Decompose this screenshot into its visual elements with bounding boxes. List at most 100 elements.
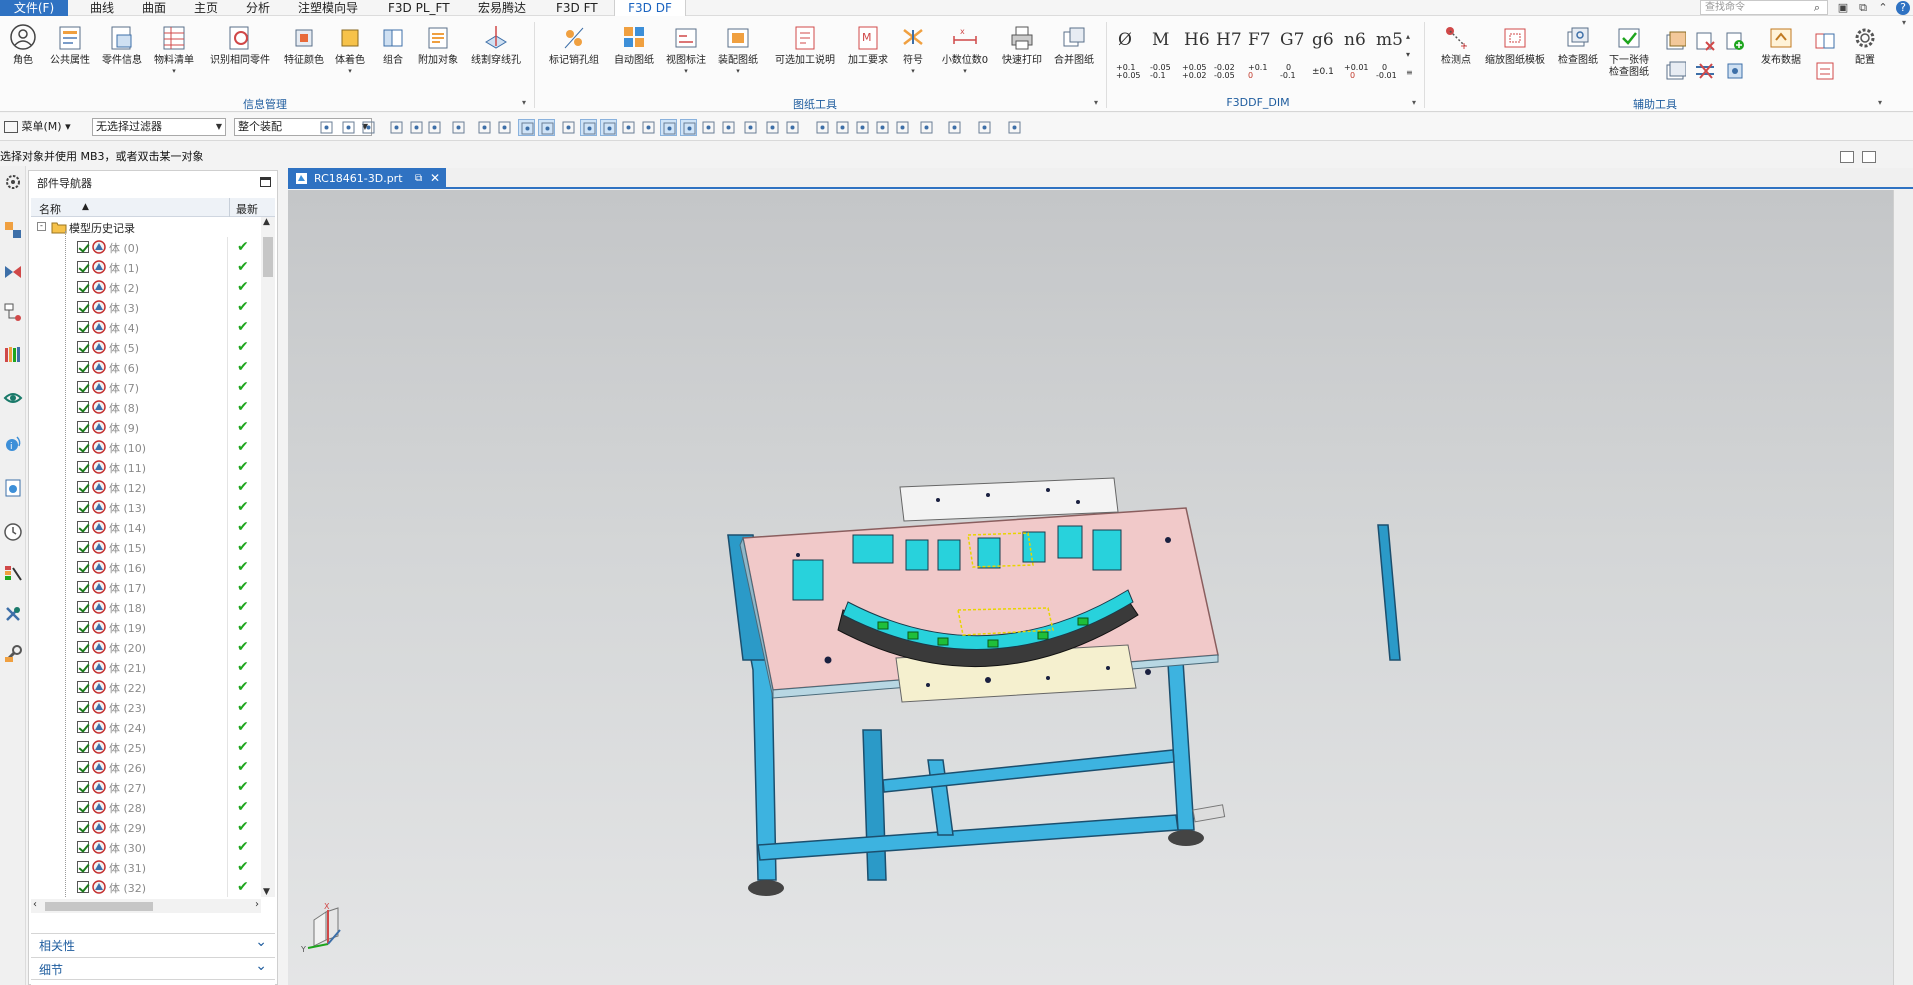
- visibility-checkbox[interactable]: [77, 341, 89, 353]
- line-icon[interactable]: [560, 119, 577, 136]
- expand-group-icon[interactable]: ▾: [1878, 98, 1882, 107]
- point-on-curve-icon[interactable]: [518, 119, 535, 136]
- scroll-up-icon[interactable]: ▲: [263, 217, 270, 227]
- center-icon[interactable]: [476, 119, 493, 136]
- dependencies-section[interactable]: 相关性 ⌄: [31, 933, 275, 953]
- visibility-checkbox[interactable]: [77, 441, 89, 453]
- assembly-drawing-button[interactable]: 装配图纸 ▾: [714, 24, 762, 75]
- tolerance-7[interactable]: ±0.1: [1312, 68, 1334, 77]
- scrollbar-thumb[interactable]: [45, 902, 153, 911]
- maximize-panel-icon[interactable]: [260, 177, 271, 187]
- visibility-checkbox[interactable]: [77, 241, 89, 253]
- visibility-checkbox[interactable]: [77, 301, 89, 313]
- stamp-icon[interactable]: [1724, 60, 1746, 82]
- body-icon[interactable]: [784, 119, 801, 136]
- tolerance-9[interactable]: 0 -0.01: [1376, 64, 1397, 80]
- add-drawing-icon[interactable]: [1724, 30, 1746, 52]
- tree-item[interactable]: 体 (19) ✔: [31, 617, 261, 637]
- control-point-icon[interactable]: [426, 119, 443, 136]
- visibility-checkbox[interactable]: [77, 321, 89, 333]
- mark-pin-hole-button[interactable]: 标记销孔组: [546, 24, 602, 67]
- list-icon[interactable]: [1814, 60, 1836, 82]
- palette-icon[interactable]: [3, 564, 23, 584]
- view-options-icon[interactable]: [1840, 151, 1854, 163]
- menu-hongyi[interactable]: 宏易腾达: [478, 0, 526, 16]
- gallery-scroll-icon[interactable]: ▴ ▾ ≡: [1406, 28, 1413, 82]
- perpendicular-icon[interactable]: [660, 119, 677, 136]
- combine-button[interactable]: 组合: [376, 24, 410, 67]
- column-divider[interactable]: [229, 198, 230, 217]
- quadrant-icon[interactable]: [496, 119, 513, 136]
- visibility-checkbox[interactable]: [77, 521, 89, 533]
- dim-g6-button[interactable]: g6: [1312, 30, 1334, 50]
- tree-item[interactable]: 体 (15) ✔: [31, 537, 261, 557]
- scroll-left-icon[interactable]: ‹: [33, 899, 37, 910]
- web-browser-icon[interactable]: [3, 388, 23, 408]
- small-tool-icon-1[interactable]: [1664, 30, 1686, 52]
- check-drawing-button[interactable]: 检查图纸: [1554, 24, 1602, 67]
- attach-object-button[interactable]: 附加对象: [414, 24, 462, 67]
- tree-item[interactable]: 体 (24) ✔: [31, 717, 261, 737]
- tree-item[interactable]: 体 (2) ✔: [31, 277, 261, 297]
- menu-f3d-df[interactable]: F3D DF: [614, 0, 686, 16]
- tree-item[interactable]: 体 (29) ✔: [31, 817, 261, 837]
- tree-item[interactable]: 体 (13) ✔: [31, 497, 261, 517]
- tree-item[interactable]: 体 (9) ✔: [31, 417, 261, 437]
- tree-item[interactable]: 体 (26) ✔: [31, 757, 261, 777]
- dim-h7-button[interactable]: H7: [1216, 30, 1242, 50]
- visibility-checkbox[interactable]: [77, 661, 89, 673]
- visibility-checkbox[interactable]: [77, 501, 89, 513]
- tree-item[interactable]: 体 (30) ✔: [31, 837, 261, 857]
- crosshair-icon[interactable]: [720, 119, 737, 136]
- tolerance-6[interactable]: 0 -0.1: [1280, 64, 1296, 80]
- ribbon-options-icon[interactable]: ▾: [1902, 18, 1906, 27]
- visibility-checkbox[interactable]: [77, 881, 89, 893]
- visibility-checkbox[interactable]: [77, 781, 89, 793]
- 3d-model-fixture[interactable]: [288, 190, 1893, 985]
- visibility-checkbox[interactable]: [77, 541, 89, 553]
- body-color-button[interactable]: 体着色 ▾: [332, 24, 368, 75]
- expand-group-icon[interactable]: ▾: [1094, 98, 1098, 107]
- expand-group-icon[interactable]: ▾: [1412, 98, 1416, 107]
- tree-item[interactable]: 体 (17) ✔: [31, 577, 261, 597]
- file-menu[interactable]: 文件(F): [0, 0, 68, 16]
- machining-requirement-button[interactable]: M 加工要求: [844, 24, 892, 67]
- menu-surface[interactable]: 曲面: [142, 0, 166, 16]
- circle-icon[interactable]: [700, 119, 717, 136]
- circle-center-icon[interactable]: [680, 119, 697, 136]
- graphics-window[interactable]: X Y: [288, 190, 1893, 985]
- details-section[interactable]: 细节 ⌄: [31, 957, 275, 977]
- navigator-horizontal-scrollbar[interactable]: ‹ ›: [31, 899, 261, 913]
- cube-icon[interactable]: [976, 119, 993, 136]
- curve-icon[interactable]: [620, 119, 637, 136]
- collapse-toggle-icon[interactable]: -: [37, 222, 46, 231]
- decimal-places-button[interactable]: x 小数位数0 ▾: [938, 24, 992, 75]
- tree-item[interactable]: 体 (7) ✔: [31, 377, 261, 397]
- tree-item[interactable]: 体 (27) ✔: [31, 777, 261, 797]
- close-tab-icon[interactable]: ✕: [430, 168, 440, 189]
- end-point-icon[interactable]: [388, 119, 405, 136]
- preview-section[interactable]: 预览: [31, 979, 275, 985]
- search-icon[interactable]: ⌕: [1810, 1, 1824, 15]
- optional-machining-note-button[interactable]: 可选加工说明: [770, 24, 840, 67]
- table-icon[interactable]: [918, 119, 935, 136]
- visibility-checkbox[interactable]: [77, 801, 89, 813]
- tree-item[interactable]: 体 (0) ✔: [31, 237, 261, 257]
- scroll-right-icon[interactable]: ›: [255, 899, 259, 910]
- collapse-ribbon-icon[interactable]: ⌃: [1876, 1, 1890, 15]
- tolerance-8[interactable]: +0.01 0: [1344, 64, 1369, 80]
- tree-item[interactable]: 体 (10) ✔: [31, 437, 261, 457]
- view-annotation-button[interactable]: 视图标注 ▾: [662, 24, 710, 75]
- scrollbar-thumb[interactable]: [263, 237, 273, 277]
- dim-diameter-button[interactable]: Ø: [1118, 30, 1132, 50]
- history-icon[interactable]: i: [3, 434, 23, 454]
- visibility-checkbox[interactable]: [77, 721, 89, 733]
- visibility-checkbox[interactable]: [77, 581, 89, 593]
- pin-tab-icon[interactable]: ⧉: [415, 168, 422, 189]
- tree-item[interactable]: 体 (28) ✔: [31, 797, 261, 817]
- feature-color-button[interactable]: 特征颜色: [280, 24, 328, 67]
- delete-drawing-icon[interactable]: [1694, 30, 1716, 52]
- tolerance-5[interactable]: +0.1 0: [1248, 64, 1267, 80]
- dim-m5-button[interactable]: m5: [1376, 30, 1403, 50]
- role-button[interactable]: 角色: [6, 24, 40, 67]
